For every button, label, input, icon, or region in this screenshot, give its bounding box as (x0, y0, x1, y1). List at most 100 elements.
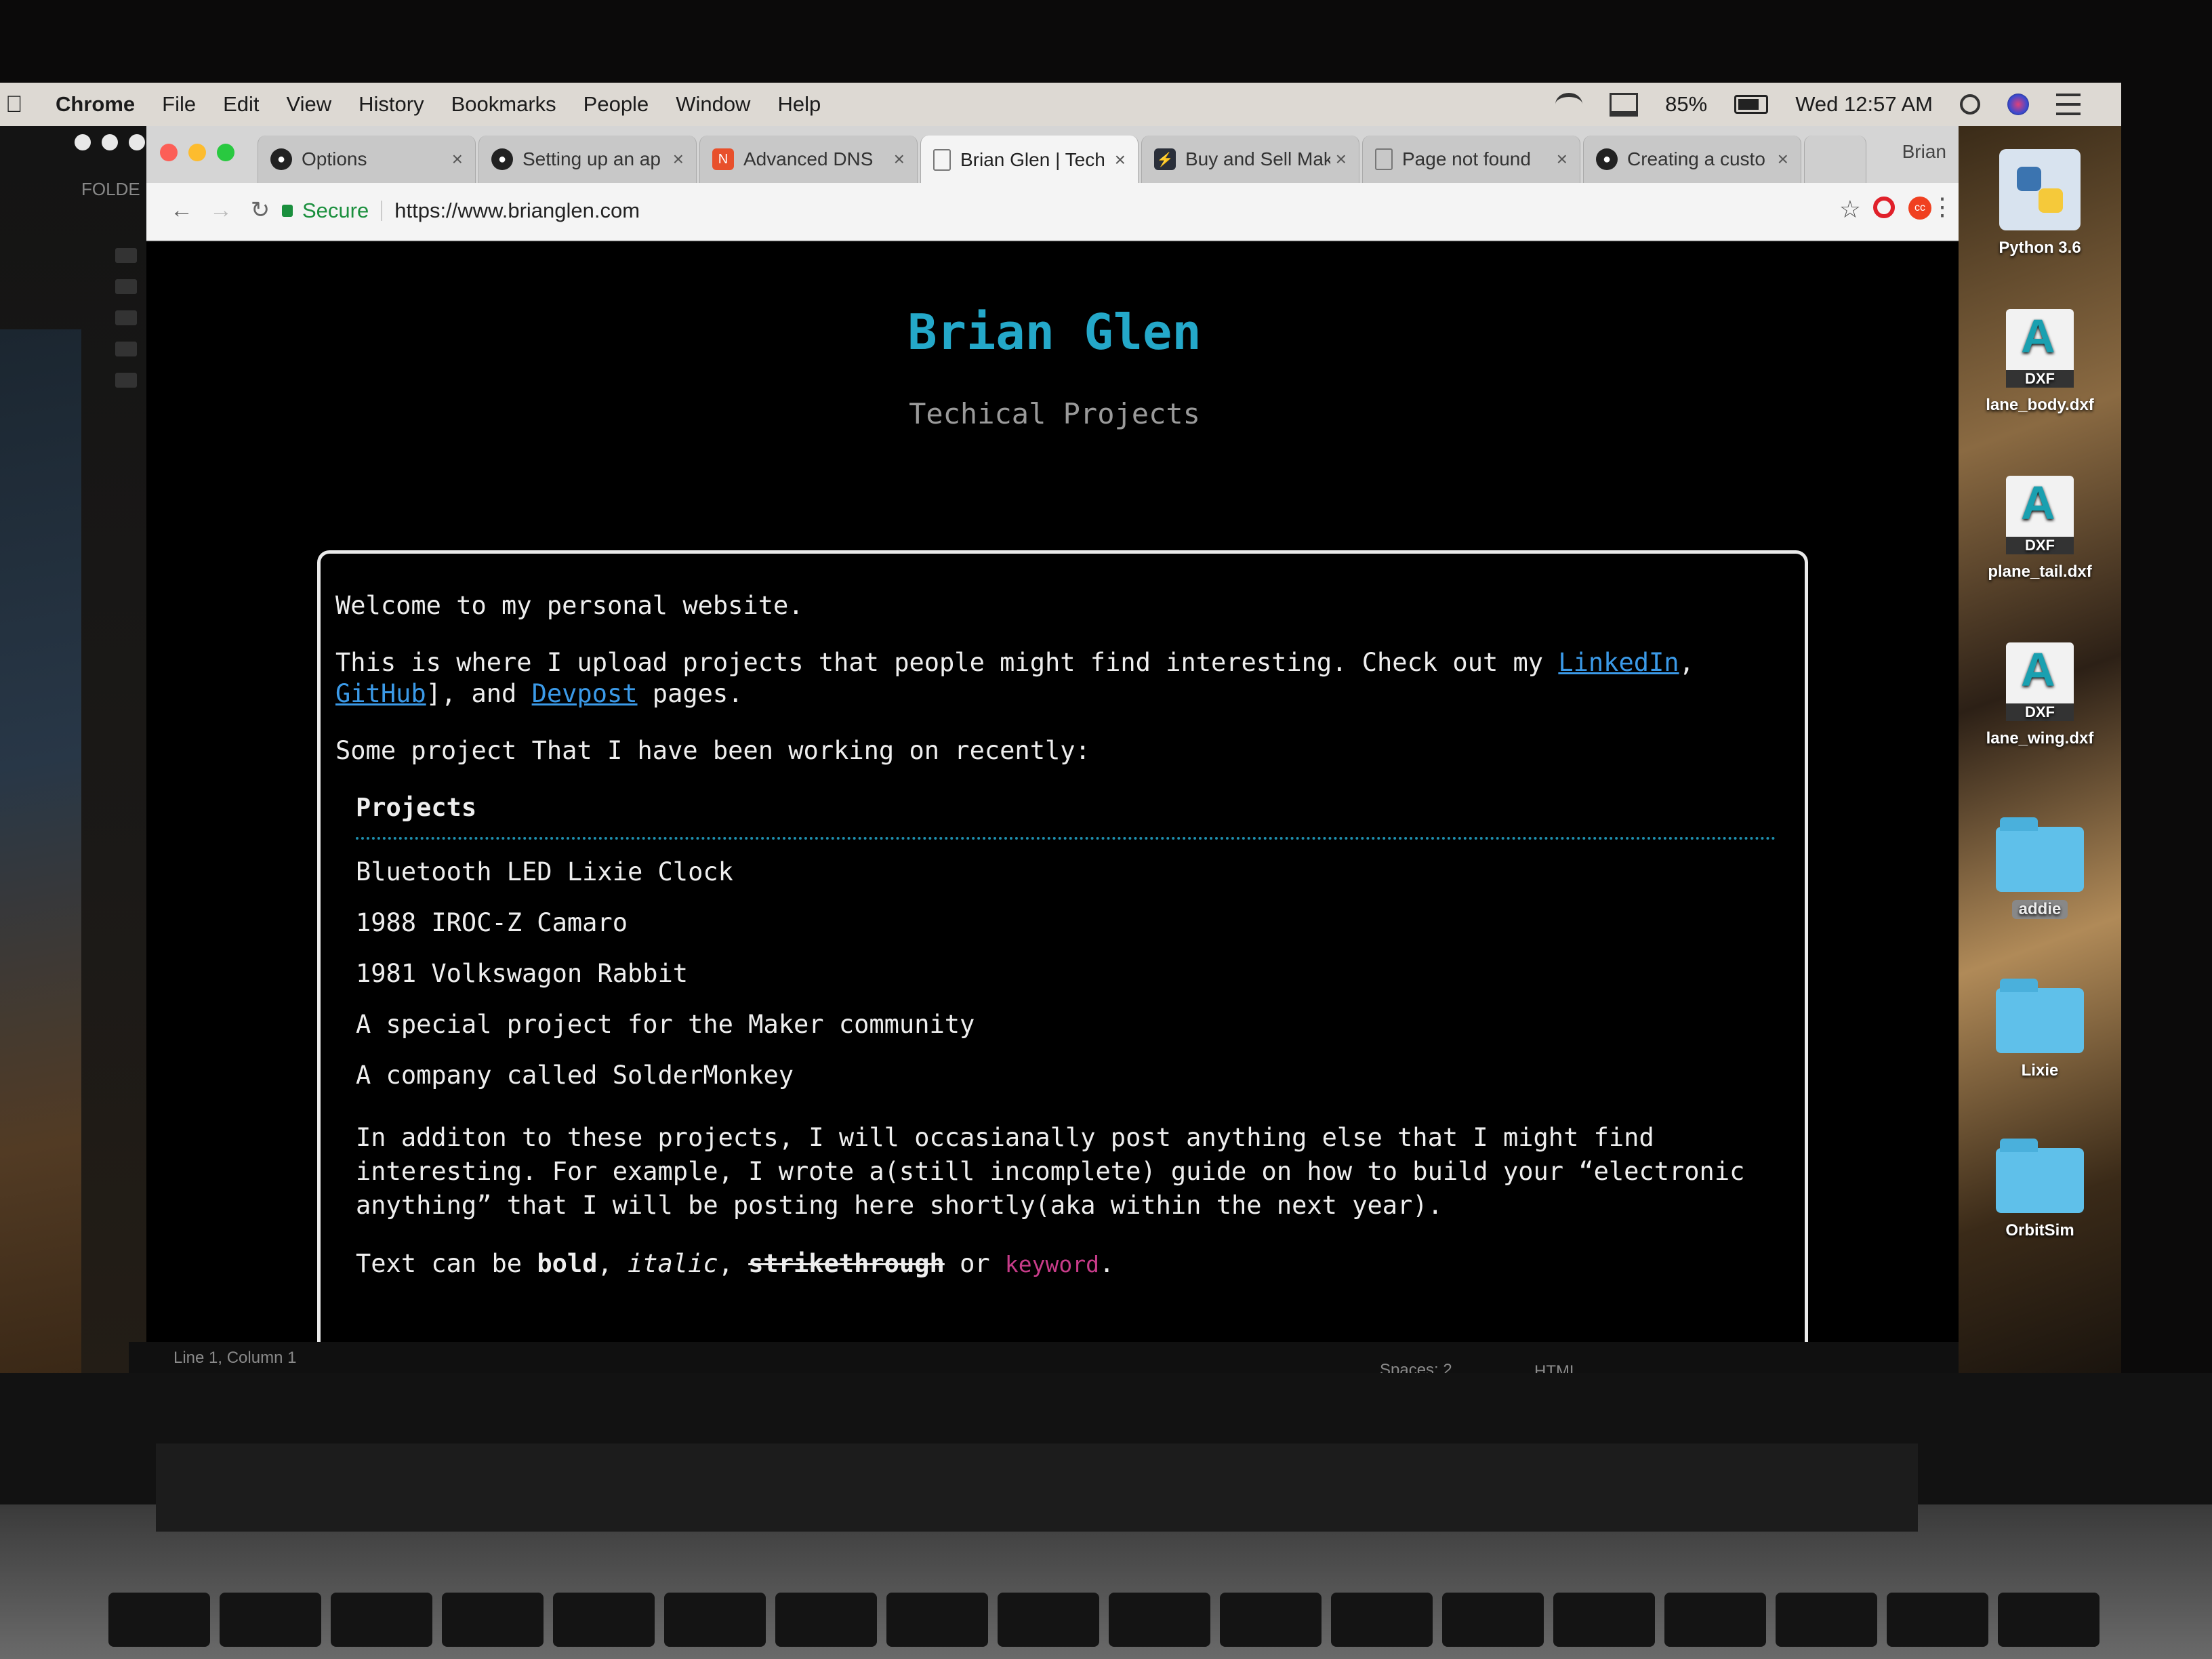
cursor-position[interactable]: Line 1, Column 1 (173, 1349, 296, 1368)
desktop-icon-folder[interactable]: OrbitSim (1959, 1139, 2121, 1240)
tab-advanced-dns[interactable]: N Advanced DNS × (699, 136, 918, 183)
close-icon[interactable]: × (673, 148, 684, 170)
back-icon[interactable]: ← (167, 195, 197, 225)
menu-bookmarks[interactable]: Bookmarks (451, 92, 556, 117)
tab-title: Brian Glen | Tech (960, 149, 1105, 170)
reload-icon[interactable]: ↻ (245, 195, 275, 225)
menu-file[interactable]: File (162, 92, 196, 117)
desktop-icon-python[interactable]: Python 3.6 (1959, 149, 2121, 258)
close-window-button[interactable] (160, 144, 178, 161)
fmt-prefix: Text can be (356, 1249, 537, 1278)
notification-center-icon[interactable] (2056, 94, 2081, 115)
editor-close-dot[interactable] (75, 134, 91, 150)
omnibox-divider (381, 201, 383, 221)
tab-title: Setting up an ap (523, 148, 661, 169)
mac-menu-bar:  Chrome File Edit View History Bookmark… (0, 83, 2121, 126)
desktop-icon-dxf[interactable]: DXF lane_body.dxf (1959, 309, 2121, 415)
tab-options[interactable]: ● Options × (258, 136, 476, 183)
secure-label: Secure (302, 199, 369, 222)
desktop-icon-folder[interactable]: Lixie (1959, 979, 2121, 1080)
url-text[interactable]: https://www.brianglen.com (394, 199, 640, 223)
desktop-icon-dxf[interactable]: DXF plane_tail.dxf (1959, 476, 2121, 581)
list-item[interactable]: 1981 Volkswagon Rabbit (356, 948, 1776, 999)
tab-buy-and-sell[interactable]: ⚡ Buy and Sell Mak × (1141, 136, 1359, 183)
spotlight-search-icon[interactable] (1960, 94, 1980, 115)
list-item[interactable]: A company called SolderMonkey (356, 1050, 1776, 1101)
keyboard-key (1553, 1593, 1655, 1647)
chrome-menu-icon[interactable]: ⋮ (1930, 192, 1954, 221)
tab-page-not-found[interactable]: Page not found × (1362, 136, 1580, 183)
close-icon[interactable]: × (1557, 148, 1568, 170)
close-icon[interactable]: × (1778, 148, 1788, 170)
tab-strip: ● Options × ● Setting up an ap × N Advan… (146, 126, 1963, 184)
window-controls (160, 144, 245, 161)
desktop-icon-folder[interactable]: addie (1959, 817, 2121, 919)
intro-comma: , (1679, 648, 1694, 677)
menu-edit[interactable]: Edit (223, 92, 259, 117)
keyboard-key (220, 1593, 321, 1647)
minimize-window-button[interactable] (188, 144, 206, 161)
intro-suffix: pages. (637, 679, 743, 708)
list-item[interactable]: 1988 IROC-Z Camaro (356, 897, 1776, 948)
apple-menu-icon[interactable]:  (5, 91, 33, 118)
menu-view[interactable]: View (287, 92, 332, 117)
profile-button[interactable]: Brian (1902, 141, 1946, 163)
linkedin-link[interactable]: LinkedIn (1558, 648, 1679, 677)
devpost-link[interactable]: Devpost (532, 679, 638, 708)
keyboard-key (442, 1593, 544, 1647)
menu-help[interactable]: Help (777, 92, 821, 117)
keyboard-key (1998, 1593, 2100, 1647)
tab-brian-glen[interactable]: Brian Glen | Tech × (920, 136, 1139, 184)
airplay-icon[interactable] (1610, 92, 1639, 117)
cc-extension-icon[interactable]: cc (1908, 197, 1931, 220)
menu-clock[interactable]: Wed 12:57 AM (1795, 92, 1933, 117)
desktop-icon-dxf[interactable]: DXF lane_wing.dxf (1959, 642, 2121, 748)
close-icon[interactable]: × (894, 148, 905, 170)
battery-icon[interactable] (1734, 95, 1769, 114)
tab-creating-custom[interactable]: ● Creating a custo × (1583, 136, 1801, 183)
new-tab-button[interactable] (1804, 136, 1866, 183)
list-item[interactable]: Bluetooth LED Lixie Clock (356, 846, 1776, 897)
list-item[interactable]: A special project for the Maker communit… (356, 999, 1776, 1050)
close-icon[interactable]: × (1336, 148, 1347, 170)
folder-tree-row[interactable] (115, 310, 137, 325)
siri-icon[interactable] (2007, 94, 2029, 115)
extra-paragraph: In additon to these projects, I will occ… (356, 1123, 1745, 1220)
lock-icon (282, 205, 293, 217)
dxf-badge: DXF (2006, 537, 2074, 554)
forward-icon[interactable]: → (206, 195, 236, 225)
fmt-strikethrough: strikethrough (748, 1249, 945, 1278)
close-icon[interactable]: × (1115, 149, 1126, 171)
menu-window[interactable]: Window (676, 92, 750, 117)
keyboard-key (664, 1593, 766, 1647)
desktop-icon-label: addie (2011, 900, 2068, 919)
wifi-icon[interactable] (1555, 93, 1583, 116)
folder-tree-row[interactable] (115, 248, 137, 263)
desktop-wallpaper-left (0, 329, 81, 1414)
menu-people[interactable]: People (583, 92, 649, 117)
projects-list: Bluetooth LED Lixie Clock 1988 IROC-Z Ca… (356, 846, 1776, 1101)
welcome-text: Welcome to my personal website. (335, 591, 804, 620)
keyboard-key (886, 1593, 988, 1647)
tab-title: Buy and Sell Mak (1185, 148, 1330, 169)
keyboard-key (775, 1593, 877, 1647)
folder-tree-row[interactable] (115, 373, 137, 388)
menu-app-chrome[interactable]: Chrome (56, 92, 135, 117)
folder-tree-row[interactable] (115, 342, 137, 356)
bookmark-star-icon[interactable]: ☆ (1839, 195, 1861, 224)
editor-zoom-dot[interactable] (129, 134, 145, 150)
github-link[interactable]: GitHub (335, 679, 426, 708)
address-bar[interactable]: Secure https://www.brianglen.com (282, 191, 1895, 230)
zoom-window-button[interactable] (217, 144, 234, 161)
desktop-icon-label: OrbitSim (2005, 1221, 2074, 1240)
opera-extension-icon[interactable] (1873, 197, 1895, 218)
battery-percent[interactable]: 85% (1665, 92, 1707, 117)
editor-minimize-dot[interactable] (102, 134, 118, 150)
folder-tree-row[interactable] (115, 279, 137, 294)
menu-history[interactable]: History (359, 92, 424, 117)
desktop-icon-label: Python 3.6 (1999, 239, 2081, 257)
tab-setting-up[interactable]: ● Setting up an ap × (478, 136, 697, 183)
web-page: Brian Glen Techical Projects Welcome to … (146, 241, 1963, 1377)
close-icon[interactable]: × (452, 148, 463, 170)
namecheap-icon: N (712, 148, 734, 170)
